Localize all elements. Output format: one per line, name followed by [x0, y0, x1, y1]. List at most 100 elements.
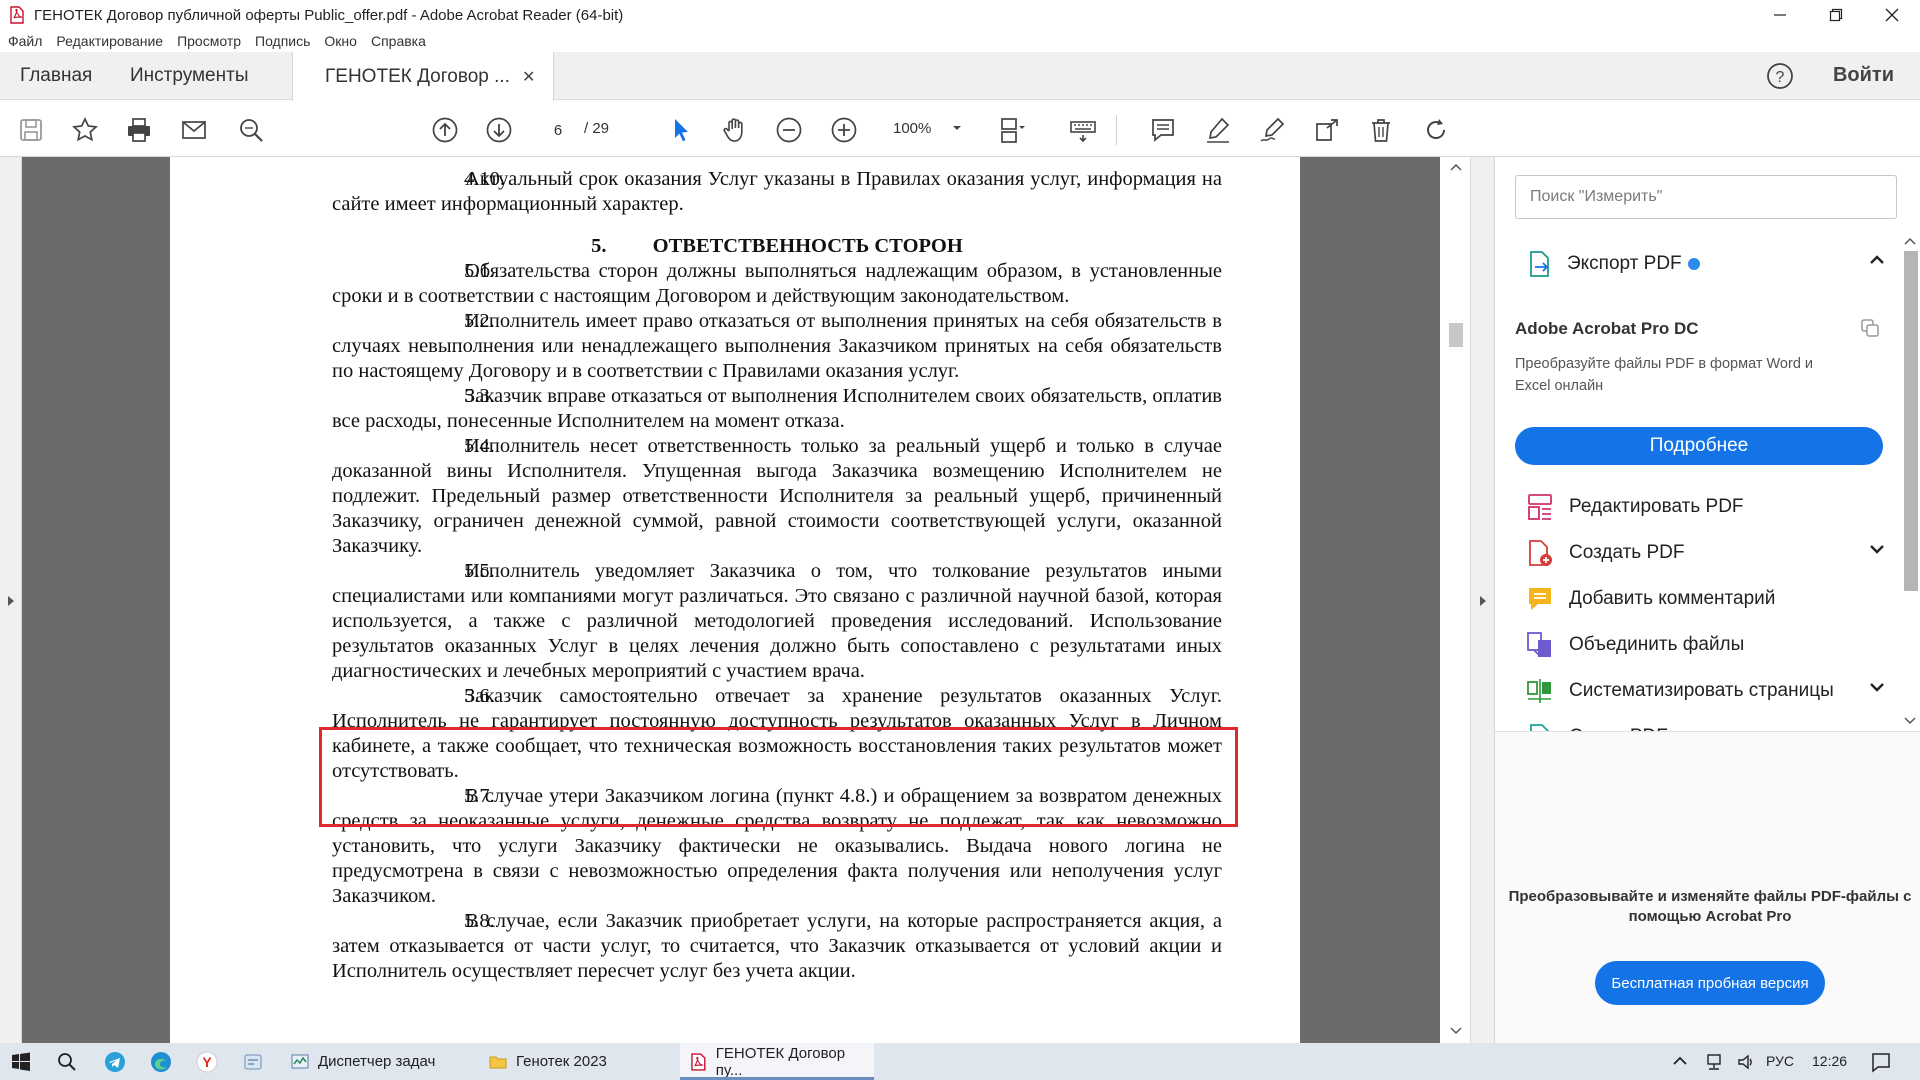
zoom-out-button[interactable] [774, 115, 804, 145]
comment-icon [1152, 119, 1174, 142]
search-button[interactable] [54, 1049, 80, 1075]
app-button[interactable] [240, 1049, 266, 1075]
clause-text: В случае, если Заказчик приобретает услу… [332, 910, 1222, 982]
export-pdf-header[interactable]: Экспорт PDF [1525, 248, 1895, 280]
edge-button[interactable] [148, 1049, 174, 1075]
help-icon[interactable]: ? [1766, 62, 1794, 90]
tab-document[interactable]: ГЕНОТЕК Договор ... ✕ [292, 52, 555, 101]
print-button[interactable] [124, 115, 154, 145]
menu-file[interactable]: Файл [8, 33, 42, 49]
promo-description: Преобразуйте файлы PDF в формат Word и E… [1515, 356, 1814, 394]
restore-button[interactable] [1808, 0, 1864, 30]
hand-tool-button[interactable] [720, 115, 750, 145]
svg-text:?: ? [1776, 69, 1785, 86]
close-window-button[interactable] [1864, 0, 1920, 30]
scrollbar-thumb[interactable] [1449, 323, 1463, 347]
tools-pane: Экспорт PDF Adobe Acrobat Pro DC Преобра… [1494, 157, 1920, 1043]
taskbar-app-acrobat[interactable]: ГЕНОТЕК Договор пу... [680, 1043, 874, 1080]
tool-add-comment[interactable]: Добавить комментарий [1525, 581, 1895, 617]
zoom-in-button[interactable] [829, 115, 859, 145]
chevron-down-icon[interactable] [952, 124, 962, 132]
learn-more-button[interactable]: Подробнее [1515, 427, 1883, 465]
send-review-button[interactable] [1312, 115, 1342, 145]
close-tab-icon[interactable]: ✕ [522, 67, 535, 87]
clock[interactable]: 12:26 [1812, 1053, 1847, 1069]
tool-edit-pdf[interactable]: Редактировать PDF [1525, 489, 1895, 525]
zoom-level-select[interactable]: 100% [893, 120, 931, 137]
notifications-icon[interactable] [1870, 1051, 1892, 1073]
tab-document-label: ГЕНОТЕК Договор ... [325, 65, 510, 87]
taskbar-app-task-manager[interactable]: Диспетчер задач [282, 1043, 476, 1080]
network-icon[interactable] [1704, 1052, 1724, 1072]
find-button[interactable] [236, 115, 266, 145]
copy-icon[interactable] [1859, 317, 1881, 339]
clause-text: Исполнитель имеет право отказаться от вы… [332, 310, 1222, 382]
scroll-up-icon[interactable] [1904, 237, 1916, 245]
start-button[interactable] [8, 1049, 34, 1075]
document-viewport[interactable]: 4.10.Актуальный срок оказания Услуг указ… [0, 157, 1440, 1043]
yandex-icon: Y [196, 1051, 218, 1073]
tool-label: Систематизировать страницы [1569, 680, 1834, 701]
fill-sign-button[interactable] [1257, 115, 1287, 145]
tools-pane-divider [1495, 731, 1920, 732]
chevron-up-icon[interactable] [1672, 1055, 1688, 1067]
next-page-button[interactable] [484, 115, 514, 145]
volume-icon[interactable] [1736, 1052, 1756, 1072]
prev-page-button[interactable] [430, 115, 460, 145]
tool-combine-files[interactable]: Объединить файлы [1525, 627, 1895, 663]
folder-icon [489, 1056, 507, 1068]
rotate-icon [1427, 119, 1446, 139]
chevron-up-icon[interactable] [1869, 254, 1885, 266]
right-pane-toggle[interactable] [1470, 157, 1494, 1043]
document-scrollbar[interactable] [1444, 157, 1468, 1043]
menu-window[interactable]: Окно [324, 33, 357, 49]
organize-pages-icon [1527, 679, 1551, 703]
rotate-button[interactable] [1421, 115, 1451, 145]
minimize-button[interactable] [1752, 0, 1808, 30]
scroll-mode-button[interactable] [1068, 115, 1098, 145]
menu-sign[interactable]: Подпись [255, 33, 310, 49]
input-language-indicator[interactable]: РУС [1766, 1053, 1794, 1069]
tools-search-input[interactable] [1515, 175, 1897, 219]
delete-button[interactable] [1366, 115, 1396, 145]
tools-pane-scrollbar[interactable] [1901, 237, 1919, 727]
paragraph-5-8: 5.8.В случае, если Заказчик приобретает … [332, 909, 1222, 984]
tab-home[interactable]: Главная [20, 52, 92, 100]
hand-icon [723, 118, 743, 142]
toolbar-divider [1116, 115, 1117, 145]
telegram-button[interactable] [102, 1049, 128, 1075]
chevron-down-icon[interactable] [1869, 681, 1885, 693]
save-button[interactable] [16, 115, 46, 145]
tool-create-pdf[interactable]: Создать PDF [1525, 535, 1895, 571]
new-badge-icon [1687, 258, 1700, 270]
scroll-up-icon[interactable] [1450, 163, 1462, 171]
tool-label: Объединить файлы [1569, 634, 1745, 655]
tab-tools[interactable]: Инструменты [130, 52, 248, 100]
expand-left-icon [8, 596, 14, 606]
highlight-button[interactable] [1203, 115, 1233, 145]
share-icon [1316, 119, 1338, 141]
menu-view[interactable]: Просмотр [177, 33, 241, 49]
free-trial-button[interactable]: Бесплатная пробная версия [1595, 961, 1825, 1005]
page-display-button[interactable] [998, 115, 1028, 145]
promo-title: Adobe Acrobat Pro DC [1515, 319, 1699, 338]
chevron-down-icon[interactable] [1869, 543, 1885, 555]
select-tool-button[interactable] [666, 115, 696, 145]
menu-edit[interactable]: Редактирование [56, 33, 163, 49]
taskbar-app-folder[interactable]: Генотек 2023 [480, 1043, 674, 1080]
page-text: 4.10.Актуальный срок оказания Услуг указ… [332, 167, 1222, 984]
scroll-down-icon[interactable] [1450, 1027, 1462, 1035]
bookmark-button[interactable] [70, 115, 100, 145]
sign-pen-icon [1260, 117, 1285, 142]
scroll-down-icon[interactable] [1904, 717, 1916, 725]
page-number-input[interactable] [538, 117, 578, 143]
email-button[interactable] [179, 115, 209, 145]
tool-organize-pages[interactable]: Систематизировать страницы [1525, 673, 1895, 709]
scrollbar-thumb[interactable] [1904, 251, 1918, 591]
pdf-page: 4.10.Актуальный срок оказания Услуг указ… [170, 157, 1300, 1043]
menu-help[interactable]: Справка [371, 33, 426, 49]
comment-button[interactable] [1148, 115, 1178, 145]
left-pane-toggle[interactable] [0, 157, 22, 1043]
signin-button[interactable]: Войти [1833, 64, 1894, 87]
yandex-browser-button[interactable]: Y [194, 1049, 220, 1075]
